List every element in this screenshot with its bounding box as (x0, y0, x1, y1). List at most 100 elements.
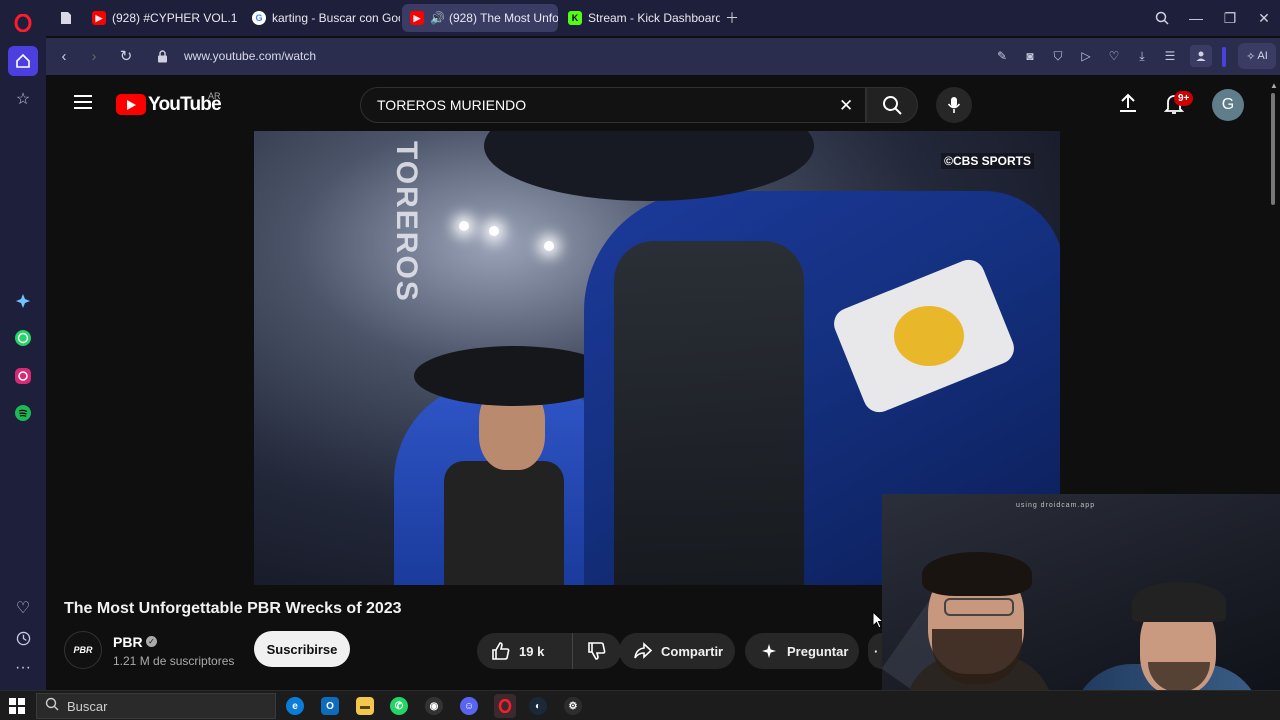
upload-icon[interactable] (1118, 93, 1138, 118)
edit-icon[interactable]: ✎ (994, 48, 1010, 64)
taskbar-search[interactable]: Buscar (36, 693, 276, 719)
kick-icon: K (568, 11, 582, 25)
ai-button[interactable]: ✧ AI (1238, 43, 1276, 69)
camera-icon[interactable]: ◙ (1022, 48, 1038, 64)
obs-icon[interactable]: ◉ (425, 697, 443, 715)
clear-search-icon[interactable]: ✕ (839, 96, 853, 116)
search-query: TOREROS MURIENDO (377, 97, 527, 113)
tab-strip: ▶ (928) #CYPHER VOL.1 // A G karting - B… (46, 0, 1280, 36)
menu-hamburger-icon[interactable] (74, 95, 92, 109)
divider (1222, 47, 1226, 67)
rider-vest (614, 241, 804, 585)
tab-kick[interactable]: K Stream - Kick Dashboard (560, 4, 720, 32)
sparkle-icon (762, 644, 776, 658)
star-icon[interactable]: ☆ (8, 84, 38, 114)
share-button[interactable]: Compartir (619, 633, 735, 669)
back-icon[interactable]: ‹ (54, 46, 74, 66)
subscribe-button[interactable]: Suscribirse (254, 631, 350, 667)
download-icon[interactable]: ⤓ (1134, 48, 1150, 64)
forward-icon[interactable]: › (84, 46, 104, 66)
person-right-cap (1132, 582, 1226, 622)
close-window-icon[interactable]: ✕ (1254, 8, 1274, 28)
arena-banner-text: TOREROS (390, 141, 423, 303)
windows-start-icon[interactable] (8, 697, 26, 715)
more-dots-icon: · (874, 643, 879, 659)
url-field[interactable]: www.youtube.com/watch (184, 49, 316, 63)
speaker-icon: 🔊 (430, 11, 445, 25)
instagram-icon[interactable] (8, 361, 38, 391)
rider-vest (444, 461, 564, 585)
whatsapp-icon[interactable]: ✆ (390, 697, 408, 715)
notification-badge: 9+ (1174, 91, 1194, 106)
thumbs-down-icon (588, 642, 606, 660)
more-actions-button[interactable]: · (868, 633, 882, 669)
profile-icon[interactable] (1190, 45, 1212, 67)
stadium-light (489, 226, 499, 236)
new-tab-plus-icon[interactable]: ＋ (722, 8, 742, 28)
google-icon: G (252, 11, 266, 25)
youtube-header: YouTube AR TOREROS MURIENDO ✕ 9+ G (46, 75, 1266, 133)
send-icon[interactable]: ▷ (1078, 48, 1094, 64)
like-button[interactable]: 19 k (477, 633, 573, 669)
heart-icon[interactable]: ♡ (1106, 48, 1122, 64)
search-icon (883, 96, 902, 115)
spotify-icon[interactable] (8, 398, 38, 428)
address-bar: ‹ › ↻ www.youtube.com/watch ✎ ◙ ⛉ ▷ ♡ ⤓ … (46, 38, 1280, 75)
ask-button[interactable]: Preguntar (745, 633, 859, 669)
dislike-button[interactable] (573, 633, 621, 669)
file-explorer-icon[interactable]: ▬ (356, 697, 374, 715)
channel-name[interactable]: PBR (113, 634, 143, 650)
more-dots-icon[interactable]: ··· (8, 653, 38, 683)
subscriber-count: 1.21 M de suscriptores (113, 654, 235, 668)
region-code: AR (208, 91, 221, 101)
opera-taskbar-icon[interactable] (494, 694, 516, 718)
tab-youtube-active[interactable]: ▶ 🔊 (928) The Most Unforg (402, 4, 558, 32)
search-button[interactable] (866, 87, 918, 123)
broadcaster-watermark: ©CBS SPORTS (941, 153, 1034, 169)
windows-taskbar: Buscar e O ▬ ✆ ◉ ☺ ◐ ⚙ (0, 690, 1280, 720)
search-tabs-icon[interactable] (1152, 8, 1172, 28)
home-icon[interactable] (8, 46, 38, 76)
restore-icon[interactable]: ❐ (1220, 8, 1240, 28)
sponsor-logo (894, 306, 964, 366)
heart-icon[interactable]: ♡ (8, 593, 38, 623)
scroll-thumb[interactable] (1271, 93, 1275, 205)
glasses-icon (944, 598, 1014, 616)
settings-gear-icon[interactable]: ⚙ (564, 697, 582, 715)
youtube-icon: ▶ (92, 11, 106, 25)
whatsapp-icon[interactable] (8, 323, 38, 353)
person-left-hair (922, 552, 1032, 596)
like-dislike-group: 19 k (477, 633, 621, 669)
microphone-icon (947, 97, 961, 113)
webcam-watermark: using droidcam.app (1016, 502, 1096, 509)
easy-setup-icon[interactable]: ☰ (1162, 48, 1178, 64)
search-input[interactable]: TOREROS MURIENDO ✕ (360, 87, 866, 123)
youtube-icon: ▶ (410, 11, 424, 25)
share-arrow-icon (634, 642, 653, 659)
reload-icon[interactable]: ↻ (116, 46, 136, 66)
channel-avatar[interactable]: PBR (64, 631, 102, 669)
opera-logo-icon[interactable] (8, 8, 38, 38)
youtube-logo-icon[interactable] (116, 94, 146, 115)
ai-icon: ✧ (1246, 50, 1256, 63)
steam-icon[interactable]: ◐ (529, 697, 547, 715)
scroll-up-arrow-icon[interactable]: ▲ (1270, 81, 1278, 90)
search-icon (45, 697, 59, 716)
stadium-light (459, 221, 469, 231)
minimize-icon[interactable]: — (1186, 8, 1206, 28)
lock-icon (152, 46, 172, 66)
edge-icon[interactable]: e (286, 697, 304, 715)
outlook-icon[interactable]: O (321, 697, 339, 715)
voice-search-button[interactable] (936, 87, 972, 123)
tab-cypher[interactable]: ▶ (928) #CYPHER VOL.1 // A (84, 4, 240, 32)
stadium-light (544, 241, 554, 251)
history-clock-icon[interactable] (8, 623, 38, 653)
verified-check-icon: ✓ (146, 636, 157, 647)
video-title: The Most Unforgettable PBR Wrecks of 202… (64, 600, 402, 617)
tab-karting[interactable]: G karting - Buscar con Goog (244, 4, 400, 32)
discord-icon[interactable]: ☺ (460, 697, 478, 715)
aria-ai-icon[interactable] (8, 286, 38, 316)
page-icon[interactable] (54, 4, 78, 32)
shield-icon[interactable]: ⛉ (1050, 48, 1066, 64)
account-avatar[interactable]: G (1212, 89, 1244, 121)
